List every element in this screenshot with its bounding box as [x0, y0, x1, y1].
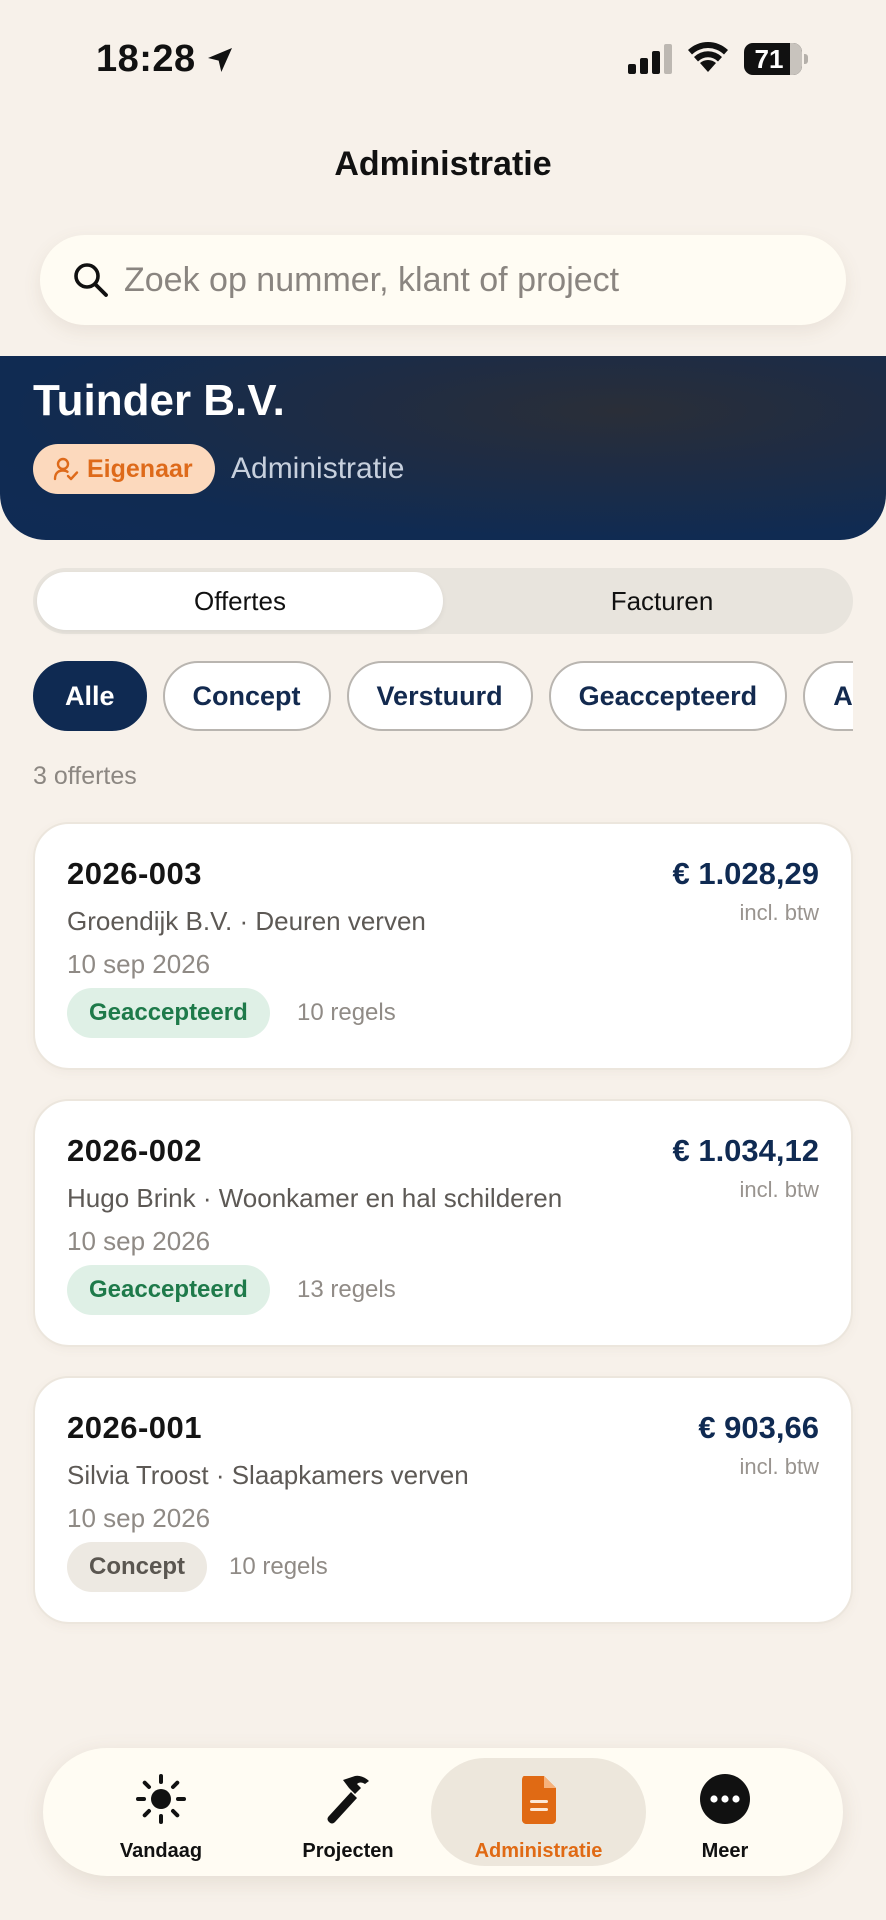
company-header: Tuinder B.V. Eigenaar Administratie — [0, 356, 886, 540]
quote-client-project: Groendijk B.V. · Deuren verven — [67, 906, 426, 936]
wifi-icon — [688, 42, 728, 72]
quote-line-count: 10 regels — [229, 1553, 328, 1580]
quote-card[interactable]: 2026-002 Hugo Brink · Woonkamer en hal s… — [33, 1099, 853, 1347]
cellular-signal-icon — [628, 44, 672, 74]
quote-date: 10 sep 2026 — [67, 1226, 211, 1256]
battery-indicator: 71 — [744, 43, 808, 75]
vat-label: incl. btw — [739, 900, 819, 925]
filter-chip-afgewezen[interactable]: Afgewezen — [803, 661, 853, 731]
quote-number: 2026-003 — [67, 856, 203, 891]
status-bar: 18:28 71 — [0, 0, 886, 120]
quote-client-project: Hugo Brink · Woonkamer en hal schilderen — [67, 1183, 563, 1213]
quote-card[interactable]: 2026-001 Silvia Troost · Slaapkamers ver… — [33, 1376, 853, 1624]
quote-amount: € 1.028,29 — [672, 856, 819, 891]
quote-card[interactable]: 2026-003 Groendijk B.V. · Deuren verven … — [33, 822, 853, 1070]
hammer-icon — [327, 1775, 369, 1824]
quote-date: 10 sep 2026 — [67, 1503, 211, 1533]
offertes-facturen-toggle: Offertes Facturen — [33, 568, 853, 634]
status-badge: Geaccepteerd — [67, 1265, 270, 1315]
search-icon — [74, 263, 108, 297]
status-time: 18:28 — [96, 38, 196, 80]
company-name: Tuinder B.V. — [33, 376, 285, 425]
status-badge: Concept — [67, 1542, 207, 1592]
vat-label: incl. btw — [739, 1454, 819, 1479]
quote-amount: € 903,66 — [698, 1410, 819, 1445]
quote-client-project: Silvia Troost · Slaapkamers verven — [67, 1460, 469, 1490]
quote-number: 2026-002 — [67, 1133, 203, 1168]
document-icon — [521, 1776, 556, 1824]
more-icon — [700, 1774, 750, 1824]
tab-meer[interactable]: Meer — [625, 1748, 825, 1876]
quote-amount: € 1.034,12 — [672, 1133, 819, 1168]
segment-facturen[interactable]: Facturen — [475, 572, 849, 630]
tab-label: Projecten — [302, 1840, 394, 1862]
status-filter-chips: Alle Concept Verstuurd Geaccepteerd Afge… — [33, 661, 853, 733]
status-badge: Geaccepteerd — [67, 988, 270, 1038]
sun-icon — [136, 1774, 186, 1824]
tab-projecten[interactable]: Projecten — [248, 1748, 448, 1876]
section-label: Administratie — [231, 452, 405, 485]
user-check-icon — [53, 457, 79, 481]
search-bar[interactable] — [40, 235, 846, 325]
filter-chip-verstuurd[interactable]: Verstuurd — [346, 661, 533, 731]
quote-number: 2026-001 — [67, 1410, 203, 1445]
role-badge: Eigenaar — [33, 444, 215, 494]
location-arrow-icon — [208, 48, 232, 72]
vat-label: incl. btw — [739, 1177, 819, 1202]
filter-chip-concept[interactable]: Concept — [162, 661, 331, 731]
quote-date: 10 sep 2026 — [67, 949, 211, 979]
tab-label: Administratie — [474, 1840, 603, 1862]
tab-label: Meer — [701, 1840, 749, 1862]
tab-administratie[interactable]: Administratie — [428, 1748, 649, 1876]
filter-chip-alle[interactable]: Alle — [33, 661, 147, 731]
quote-line-count: 10 regels — [297, 999, 396, 1026]
result-count: 3 offertes — [33, 762, 137, 790]
tab-label: Vandaag — [119, 1840, 203, 1862]
battery-level: 71 — [754, 44, 784, 74]
search-input[interactable] — [124, 235, 814, 325]
quote-line-count: 13 regels — [297, 1276, 396, 1303]
segment-offertes[interactable]: Offertes — [37, 572, 443, 630]
bottom-tab-bar: Vandaag Projecten Administratie Meer — [43, 1748, 843, 1876]
page-title: Administratie — [334, 145, 552, 183]
filter-chip-geaccepteerd[interactable]: Geaccepteerd — [548, 661, 788, 731]
tab-vandaag[interactable]: Vandaag — [61, 1748, 261, 1876]
role-label: Eigenaar — [87, 454, 193, 483]
